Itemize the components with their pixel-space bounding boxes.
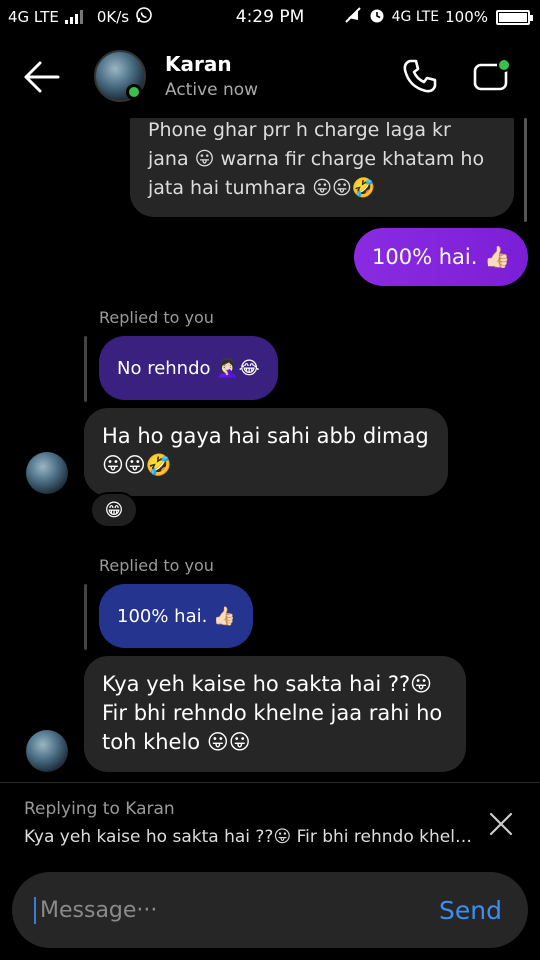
battery-icon [496,9,533,25]
cancel-reply-button[interactable] [484,807,518,841]
reply-rule [84,584,87,650]
replied-to-label: Replied to you [99,308,214,327]
video-call-button[interactable] [472,56,514,96]
send-button[interactable]: Send [439,896,502,925]
sender-avatar[interactable] [26,452,68,494]
reply-preview-text: Kya yeh kaise ho sakta hai ??😛 Fir bhi r… [24,827,474,847]
reply-rule [84,336,87,402]
signal-icon [64,10,83,24]
message-input[interactable] [34,896,440,924]
whatsapp-icon [135,6,153,28]
message-list[interactable]: Phone ghar prr h charge laga kr jana 😛 w… [0,118,540,780]
network-label-right: 4G LTE [391,9,440,25]
back-arrow-icon [24,61,60,93]
online-indicator [126,84,142,100]
replying-to-label: Replying to Karan [24,799,175,819]
quoted-message[interactable]: No rehndo 🤦🏻‍♀️😂 [99,336,278,400]
status-left: 4G LTE 0K/s [8,6,153,28]
close-icon [489,812,513,836]
voice-call-button[interactable] [400,56,440,96]
contact-status: Active now [165,80,259,100]
mute-icon [344,6,362,28]
quoted-message[interactable]: 100% hai. 👍🏻 [99,584,254,648]
alarm-icon [368,6,386,28]
battery-percent: 100% [445,8,488,26]
message-composer: Send [12,872,528,948]
scrollbar[interactable] [524,118,527,222]
incoming-message[interactable]: Ha ho gaya hai sahi abb dimag 😛😛🤣 [84,408,448,496]
phone-icon [403,59,437,93]
chat-header: Karan Active now [0,34,540,120]
video-camera-icon [473,58,511,91]
status-bar: 4G LTE 0K/s 4:29 PM 4G LTE 100% [0,0,540,34]
network-label: 4G LTE [8,8,59,26]
replied-to-label: Replied to you [99,556,214,575]
data-speed: 0K/s [96,8,130,26]
incoming-message[interactable]: Kya yeh kaise ho sakta hai ??😛 Fir bhi r… [84,656,466,772]
status-right: 4G LTE 100% [344,6,533,28]
outgoing-message[interactable]: 100% hai. 👍🏻 [354,228,529,286]
back-button[interactable] [22,60,62,94]
reaction-badge[interactable]: 😁 [90,492,138,528]
sender-avatar[interactable] [26,730,68,772]
incoming-message[interactable]: Phone ghar prr h charge laga kr jana 😛 w… [130,118,514,217]
replying-bar: Replying to Karan Kya yeh kaise ho sakta… [0,782,540,864]
contact-name[interactable]: Karan [165,52,232,76]
